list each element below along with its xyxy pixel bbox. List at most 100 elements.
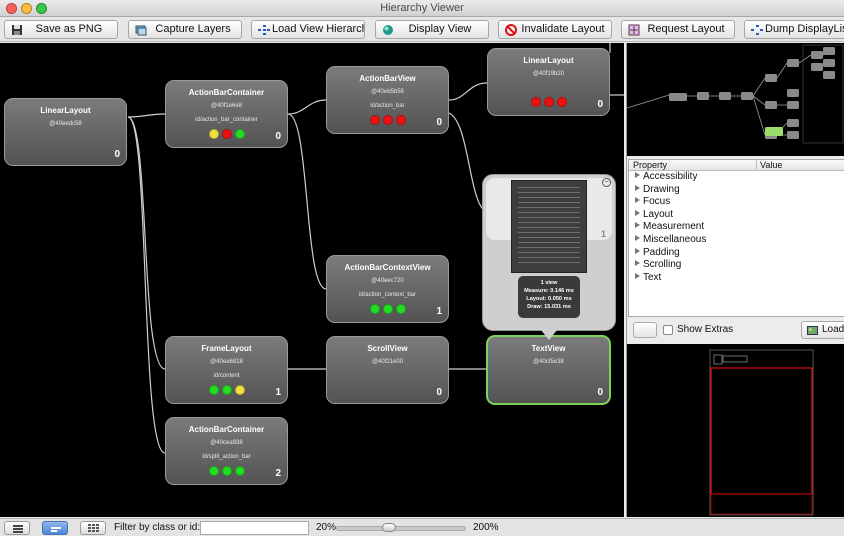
expand-triangle-icon[interactable]: [635, 209, 640, 216]
tree-view-mode-button[interactable]: [4, 521, 30, 535]
property-column-header[interactable]: Property: [633, 160, 667, 170]
load-view-hierarchy-button[interactable]: Load View Hierarchy: [251, 20, 365, 39]
layout-wireframe-view[interactable]: [627, 344, 844, 517]
pixel-perfect-mode-button[interactable]: [42, 521, 68, 535]
invalidate-layout-button[interactable]: Invalidate Layout: [498, 20, 612, 39]
property-category-accessibility[interactable]: Accessibility: [629, 171, 844, 184]
tree-node-framelayout[interactable]: FrameLayout @40ea6818 id/content 1: [165, 336, 288, 404]
property-category-miscellaneous[interactable]: Miscellaneous: [629, 234, 844, 247]
layout-option-button[interactable]: [633, 322, 657, 338]
tree-canvas[interactable]: LinearLayout @40eedc58 0 ActionBarContai…: [0, 43, 624, 517]
grid-icon: [88, 524, 99, 532]
node-hash: @40cea938: [210, 440, 243, 446]
dump-displaylist-button[interactable]: Dump DisplayList: [744, 20, 844, 39]
load-overlay-button[interactable]: Load: [801, 321, 844, 339]
load-label: Load: [822, 324, 844, 335]
status-dot-red: [543, 97, 554, 107]
node-class-name: LinearLayout: [523, 56, 574, 65]
window-title: Hierarchy Viewer: [380, 2, 464, 14]
tree-icon: [258, 25, 270, 35]
expand-triangle-icon[interactable]: [635, 260, 640, 267]
expand-triangle-icon[interactable]: [635, 222, 640, 229]
node-status-dots: [166, 466, 287, 476]
node-id: id/action_context_bar: [358, 292, 417, 298]
property-category-text[interactable]: Text: [629, 272, 844, 285]
minimap-graphic: [626, 44, 844, 144]
filter-label: Filter by class or id:: [114, 522, 201, 533]
floppy-disk-icon: [12, 25, 22, 35]
node-hash: @40eb5b58: [371, 89, 404, 95]
expand-triangle-icon[interactable]: [635, 272, 640, 279]
display-view-icon: [383, 25, 393, 35]
properties-table[interactable]: Property Value Accessibility Drawing Foc…: [628, 159, 844, 317]
status-dot-green: [369, 304, 380, 314]
node-child-count: 1: [275, 387, 281, 398]
minimize-window-icon[interactable]: [21, 3, 32, 14]
layout-time: Layout: 0.050 ms: [526, 296, 572, 302]
show-extras-checkbox[interactable]: [663, 325, 673, 335]
view-count: 1 view: [540, 280, 558, 286]
load-view-hierarchy-label: Load View Hierarchy: [272, 23, 365, 35]
node-status-dots: [488, 97, 609, 107]
zoom-slider[interactable]: [336, 526, 466, 531]
zoom-min-label: 20%: [316, 522, 337, 533]
property-category-drawing[interactable]: Drawing: [629, 184, 844, 197]
property-category-layout[interactable]: Layout: [629, 209, 844, 222]
status-bar: Filter by class or id: 20% 200%: [0, 518, 844, 536]
expand-triangle-icon[interactable]: [635, 184, 640, 191]
tree-node-actionbarview[interactable]: ActionBarView @40eb5b58 id/action_bar 0: [326, 66, 449, 134]
node-child-count: 0: [436, 117, 442, 128]
zoom-slider-knob[interactable]: [382, 523, 397, 532]
tree-node-linearlayout-root[interactable]: LinearLayout @40eedc58 0: [4, 98, 127, 166]
popup-pointer: [541, 330, 557, 340]
tree-node-textview-selected[interactable]: TextView @40cf5e38 0: [486, 335, 611, 405]
expand-triangle-icon[interactable]: [635, 247, 640, 254]
status-dot-green: [382, 304, 393, 314]
popup-child-count: 1: [600, 229, 606, 239]
property-category-focus[interactable]: Focus: [629, 196, 844, 209]
capture-layers-button[interactable]: Capture Layers: [128, 20, 242, 39]
status-dot-green: [234, 466, 245, 476]
toolbar: Save as PNG Capture Layers Load View Hie…: [0, 17, 844, 42]
title-bar: Hierarchy Viewer: [0, 0, 844, 17]
status-dot-red: [395, 115, 406, 125]
node-class-name: ScrollView: [367, 344, 408, 353]
minimap-selected-node: [765, 127, 783, 136]
node-id: id/action_bar: [370, 103, 405, 109]
node-hash: @40ea6818: [210, 359, 243, 365]
status-dot-red: [369, 115, 380, 125]
close-window-icon[interactable]: [6, 3, 17, 14]
tree-node-actionbarcontextview[interactable]: ActionBarContextView @40eec720 id/action…: [326, 255, 449, 323]
expand-triangle-icon[interactable]: [635, 234, 640, 241]
request-layout-icon: [628, 24, 640, 36]
property-category-measurement[interactable]: Measurement: [629, 221, 844, 234]
layout-wireframe: [709, 349, 814, 516]
display-view-button[interactable]: Display View: [375, 20, 489, 39]
node-class-name: ActionBarContainer: [188, 88, 265, 97]
property-category-scrolling[interactable]: Scrolling: [629, 259, 844, 272]
request-layout-button[interactable]: Request Layout: [621, 20, 735, 39]
tree-node-linearlayout-child[interactable]: LinearLayout @40f19b20 0: [487, 48, 610, 116]
node-status-dots: [166, 385, 287, 395]
node-class-name: TextView: [531, 344, 566, 353]
no-entry-icon: [505, 24, 517, 36]
filter-input[interactable]: [200, 521, 309, 535]
node-hash: @40f1e6e8: [210, 103, 243, 109]
node-id: id/action_bar_container: [195, 117, 258, 123]
property-category-padding[interactable]: Padding: [629, 247, 844, 260]
tree-node-split-actionbarcontainer[interactable]: ActionBarContainer @40cea938 id/split_ac…: [165, 417, 288, 485]
close-popup-icon[interactable]: −: [602, 178, 611, 187]
right-panel: Property Value Accessibility Drawing Foc…: [626, 43, 844, 517]
tree-node-actionbarcontainer[interactable]: ActionBarContainer @40f1e6e8 id/action_b…: [165, 80, 288, 148]
expand-triangle-icon[interactable]: [635, 172, 640, 178]
node-class-name: ActionBarView: [359, 74, 416, 83]
save-as-png-button[interactable]: Save as PNG: [4, 20, 118, 39]
tree-node-scrollview[interactable]: ScrollView @40f21e00 0: [326, 336, 449, 404]
value-column-header[interactable]: Value: [756, 160, 782, 170]
expand-triangle-icon[interactable]: [635, 197, 640, 204]
grid-view-mode-button[interactable]: [80, 521, 106, 535]
tree-overview-minimap[interactable]: [626, 43, 844, 156]
status-dot-red: [221, 129, 232, 139]
selected-view-bounds: [710, 367, 813, 495]
zoom-window-icon[interactable]: [36, 3, 47, 14]
